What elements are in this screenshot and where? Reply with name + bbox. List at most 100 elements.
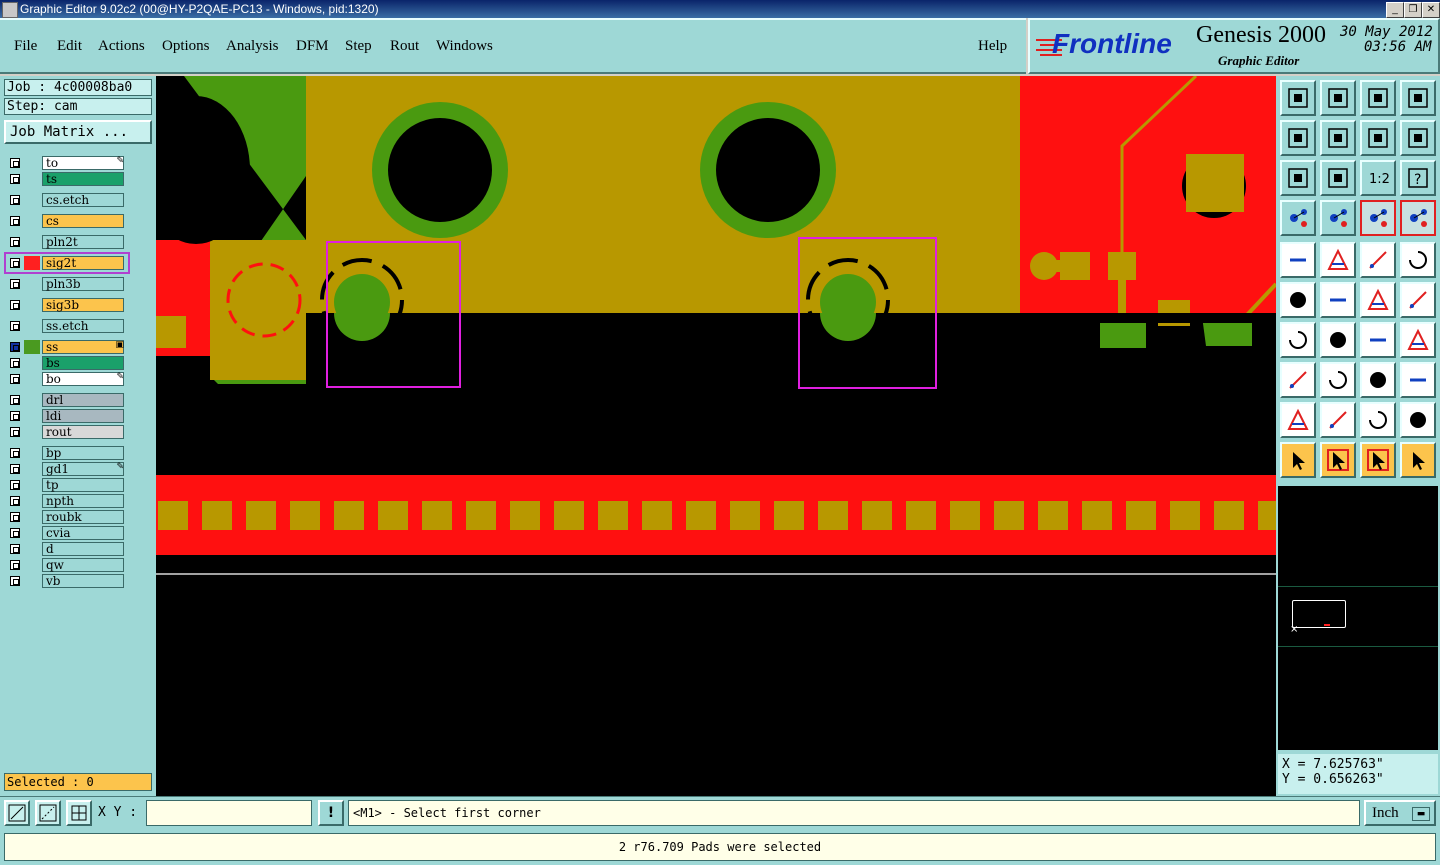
layer-checkbox[interactable]	[10, 544, 20, 554]
delete-button[interactable]	[1320, 282, 1356, 318]
layer-row-ldi[interactable]: ldi	[6, 409, 126, 423]
ruler-button[interactable]	[1360, 242, 1396, 278]
move-button[interactable]	[1360, 282, 1396, 318]
window-button[interactable]	[1400, 80, 1436, 116]
layer-name[interactable]: pln3b	[42, 277, 124, 291]
shape-button[interactable]	[1400, 362, 1436, 398]
fill-button[interactable]	[1280, 242, 1316, 278]
layer-checkbox[interactable]	[10, 158, 20, 168]
layer-row-d[interactable]: d	[6, 542, 126, 556]
job-matrix-button[interactable]: Job Matrix ...	[4, 120, 152, 144]
layer-color-swatch[interactable]	[24, 172, 40, 186]
layer-row-npth[interactable]: npth	[6, 494, 126, 508]
layer-checkbox[interactable]	[10, 279, 20, 289]
layer-name[interactable]: roubk	[42, 510, 124, 524]
flip-button[interactable]	[1400, 322, 1436, 358]
layer-checkbox[interactable]	[10, 237, 20, 247]
layer-color-swatch[interactable]	[24, 277, 40, 291]
layer-checkbox[interactable]	[10, 300, 20, 310]
layer-color-swatch[interactable]	[24, 214, 40, 228]
layer-row-sig2t[interactable]: sig2t	[4, 252, 130, 274]
layer-color-swatch[interactable]	[24, 542, 40, 556]
connect-button[interactable]	[1280, 282, 1316, 318]
layer-row-tp[interactable]: tp	[6, 478, 126, 492]
layer-color-swatch[interactable]	[24, 510, 40, 524]
layer-name[interactable]: ss.etch	[42, 319, 124, 333]
layer-checkbox[interactable]	[10, 374, 20, 384]
layer-row-ss-etch[interactable]: ss.etch	[6, 319, 126, 333]
select-net-button[interactable]	[1400, 442, 1436, 478]
layer-color-swatch[interactable]	[24, 478, 40, 492]
layer-checkbox[interactable]	[10, 496, 20, 506]
layer-checkbox[interactable]	[10, 321, 20, 331]
layer-checkbox[interactable]	[10, 216, 20, 226]
measure-button[interactable]	[1280, 200, 1316, 236]
menu-windows[interactable]: Windows	[436, 38, 493, 55]
layer-color-swatch[interactable]	[24, 494, 40, 508]
mirror-button[interactable]	[1360, 120, 1396, 156]
layer-checkbox[interactable]	[10, 464, 20, 474]
resize-button[interactable]	[1360, 362, 1396, 398]
layer-name[interactable]: vb	[42, 574, 124, 588]
grid-icon[interactable]	[66, 800, 92, 826]
select-poly-button[interactable]	[1360, 442, 1396, 478]
stretch-button[interactable]	[1280, 362, 1316, 398]
layer-row-roubk[interactable]: roubk	[6, 510, 126, 524]
layer-color-swatch[interactable]	[24, 574, 40, 588]
select-box-button[interactable]	[1320, 442, 1356, 478]
help-button[interactable]: ?	[1400, 160, 1436, 196]
layer-name[interactable]: qw	[42, 558, 124, 572]
close-button[interactable]: ✕	[1422, 2, 1440, 18]
layer-checkbox[interactable]	[10, 448, 20, 458]
layer-name[interactable]: ss	[42, 340, 124, 354]
menu-step[interactable]: Step	[345, 38, 372, 55]
layer-color-swatch[interactable]	[24, 356, 40, 370]
layer-color-swatch[interactable]	[24, 340, 40, 354]
layer-name[interactable]: tp	[42, 478, 124, 492]
layer-color-swatch[interactable]	[24, 446, 40, 460]
alert-icon[interactable]: !	[318, 800, 344, 826]
layer-color-swatch[interactable]	[24, 393, 40, 407]
layer-row-vb[interactable]: vb	[6, 574, 126, 588]
menu-dfm[interactable]: DFM	[296, 38, 329, 55]
layer-checkbox[interactable]	[10, 512, 20, 522]
layer-checkbox[interactable]	[10, 411, 20, 421]
layer-row-rout[interactable]: rout	[6, 425, 126, 439]
layer-name[interactable]: ts	[42, 172, 124, 186]
cut-button[interactable]	[1320, 362, 1356, 398]
layer-name[interactable]: gd1	[42, 462, 124, 476]
drc-button[interactable]	[1280, 402, 1316, 438]
layer-name[interactable]: to	[42, 156, 124, 170]
copy-button[interactable]	[1400, 282, 1436, 318]
measure-icon[interactable]	[35, 800, 61, 826]
layer-checkbox[interactable]	[10, 358, 20, 368]
layer-color-swatch[interactable]	[24, 298, 40, 312]
xy-input[interactable]	[146, 800, 312, 826]
menu-rout[interactable]: Rout	[390, 38, 419, 55]
layer-row-bo[interactable]: bo ✎	[6, 372, 126, 386]
layer-checkbox[interactable]	[10, 195, 20, 205]
select-button[interactable]	[1280, 442, 1316, 478]
menu-analysis[interactable]: Analysis	[226, 38, 279, 55]
layer-color-swatch[interactable]	[24, 425, 40, 439]
layer-row-to[interactable]: to ✎	[6, 156, 126, 170]
layer-row-bp[interactable]: bp	[6, 446, 126, 460]
layer-checkbox[interactable]	[10, 576, 20, 586]
layer-row-gd1[interactable]: gd1 ✎	[6, 462, 126, 476]
layer-name[interactable]: bp	[42, 446, 124, 460]
layer-name[interactable]: ldi	[42, 409, 124, 423]
drc2-button[interactable]	[1320, 402, 1356, 438]
menu-actions[interactable]: Actions	[98, 38, 145, 55]
drc3-button[interactable]	[1360, 402, 1396, 438]
layer-checkbox[interactable]	[10, 560, 20, 570]
layer-name[interactable]: rout	[42, 425, 124, 439]
layer-row-qw[interactable]: qw	[6, 558, 126, 572]
layer-color-swatch[interactable]	[24, 156, 40, 170]
layer-name[interactable]: d	[42, 542, 124, 556]
layer-name[interactable]: pln2t	[42, 235, 124, 249]
layer-checkbox[interactable]	[10, 174, 20, 184]
home-view-button[interactable]	[1360, 80, 1396, 116]
layer-row-pln2t[interactable]: pln2t	[6, 235, 126, 249]
restore-button[interactable]: ❐	[1404, 2, 1422, 18]
layer-row-ss[interactable]: ss ▣	[6, 340, 126, 354]
